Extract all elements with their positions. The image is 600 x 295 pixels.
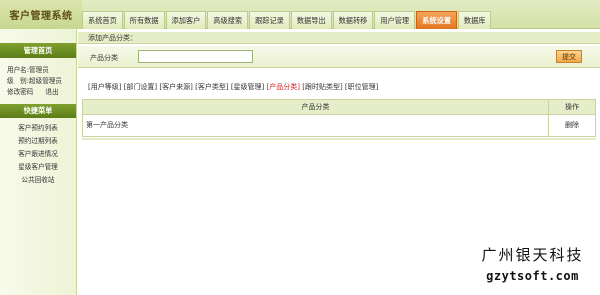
quick-item-follow-status[interactable]: 客户跟进情况 (0, 148, 76, 161)
user-links: 修改密码 退出 (7, 87, 76, 98)
link-product-category[interactable]: [产品分类] (267, 83, 300, 91)
tab-data-transfer[interactable]: 数据转移 (332, 11, 374, 29)
tab-follow-records[interactable]: 跟踪记录 (249, 11, 290, 29)
col-header-category: 产品分类 (301, 103, 330, 111)
section-title: 添加产品分类： (78, 32, 600, 44)
category-table: 产品分类 操作 第一产品分类 删除 (82, 99, 596, 137)
logout-link[interactable]: 退出 (45, 87, 58, 98)
quick-item-expired-list[interactable]: 预约过期列表 (0, 135, 76, 148)
watermark-domain: gzytsoft.com (486, 269, 579, 283)
user-info: 用户名:管理员 级 别:超级管理员 修改密码 退出 (0, 58, 76, 98)
add-category-form: 产品分类 提交 (78, 46, 600, 68)
user-name: 用户名:管理员 (7, 66, 49, 74)
table-row: 第一产品分类 删除 (83, 115, 595, 136)
brand-logo: 客户管理系统 (0, 0, 82, 29)
col-header-operation: 操作 (548, 100, 595, 114)
tab-add-customer[interactable]: 添加客户 (165, 11, 207, 29)
category-label: 产品分类 (90, 54, 118, 62)
table-header: 产品分类 操作 (83, 100, 595, 115)
change-password-link[interactable]: 修改密码 (7, 87, 33, 98)
user-level: 级 别:超级管理员 (7, 77, 62, 85)
link-customer-source[interactable]: [客户来源] (159, 83, 192, 91)
quick-menu: 客户预约列表 预约过期列表 客户跟进情况 星级客户管理 公共回收站 (0, 118, 76, 187)
brand-title: 客户管理系统 (9, 11, 73, 22)
tab-database[interactable]: 数据库 (457, 11, 492, 29)
category-input[interactable] (138, 50, 253, 63)
top-header: 客户管理系统 系统首页 所有数据 添加客户 高级搜索 跟踪记录 数据导出 数据转… (0, 0, 600, 29)
delete-link[interactable]: 删除 (548, 115, 595, 136)
tab-user-management[interactable]: 用户管理 (374, 11, 416, 29)
main-nav: 系统首页 所有数据 添加客户 高级搜索 跟踪记录 数据导出 数据转移 用户管理 … (82, 11, 492, 29)
link-customer-type[interactable]: [客户类型] (195, 83, 228, 91)
link-position-management[interactable]: [职位管理] (345, 83, 378, 91)
quick-item-recycle-bin[interactable]: 公共回收站 (0, 174, 76, 187)
sidebar-home-title[interactable]: 管理首页 (0, 43, 76, 58)
quick-menu-title: 快捷菜单 (0, 104, 76, 118)
settings-links: [用户等级] [部门设置] [客户来源] [客户类型] [星级管理] [产品分类… (88, 82, 378, 92)
tab-data-export[interactable]: 数据导出 (290, 11, 332, 29)
tab-system-home[interactable]: 系统首页 (82, 11, 123, 29)
table-footer-divider (82, 138, 596, 140)
link-department[interactable]: [部门设置] (124, 83, 157, 91)
submit-button[interactable]: 提交 (556, 50, 582, 63)
link-note-type[interactable]: [跟时贴类型] (302, 83, 342, 91)
watermark-company: 广州银天科技 (481, 246, 584, 264)
quick-item-star-customers[interactable]: 星级客户管理 (0, 161, 76, 174)
sidebar: 管理首页 用户名:管理员 级 别:超级管理员 修改密码 退出 快捷菜单 客户预约… (0, 29, 77, 295)
tab-advanced-search[interactable]: 高级搜索 (207, 11, 249, 29)
tab-all-data[interactable]: 所有数据 (123, 11, 165, 29)
link-star-management[interactable]: [星级管理] (231, 83, 264, 91)
link-user-level[interactable]: [用户等级] (88, 83, 121, 91)
watermark: 广州银天科技 gzytsoft.com (470, 244, 595, 292)
tab-system-settings[interactable]: 系统设置 (416, 11, 457, 29)
quick-item-appointment-list[interactable]: 客户预约列表 (0, 122, 76, 135)
row-category-name: 第一产品分类 (86, 121, 128, 129)
